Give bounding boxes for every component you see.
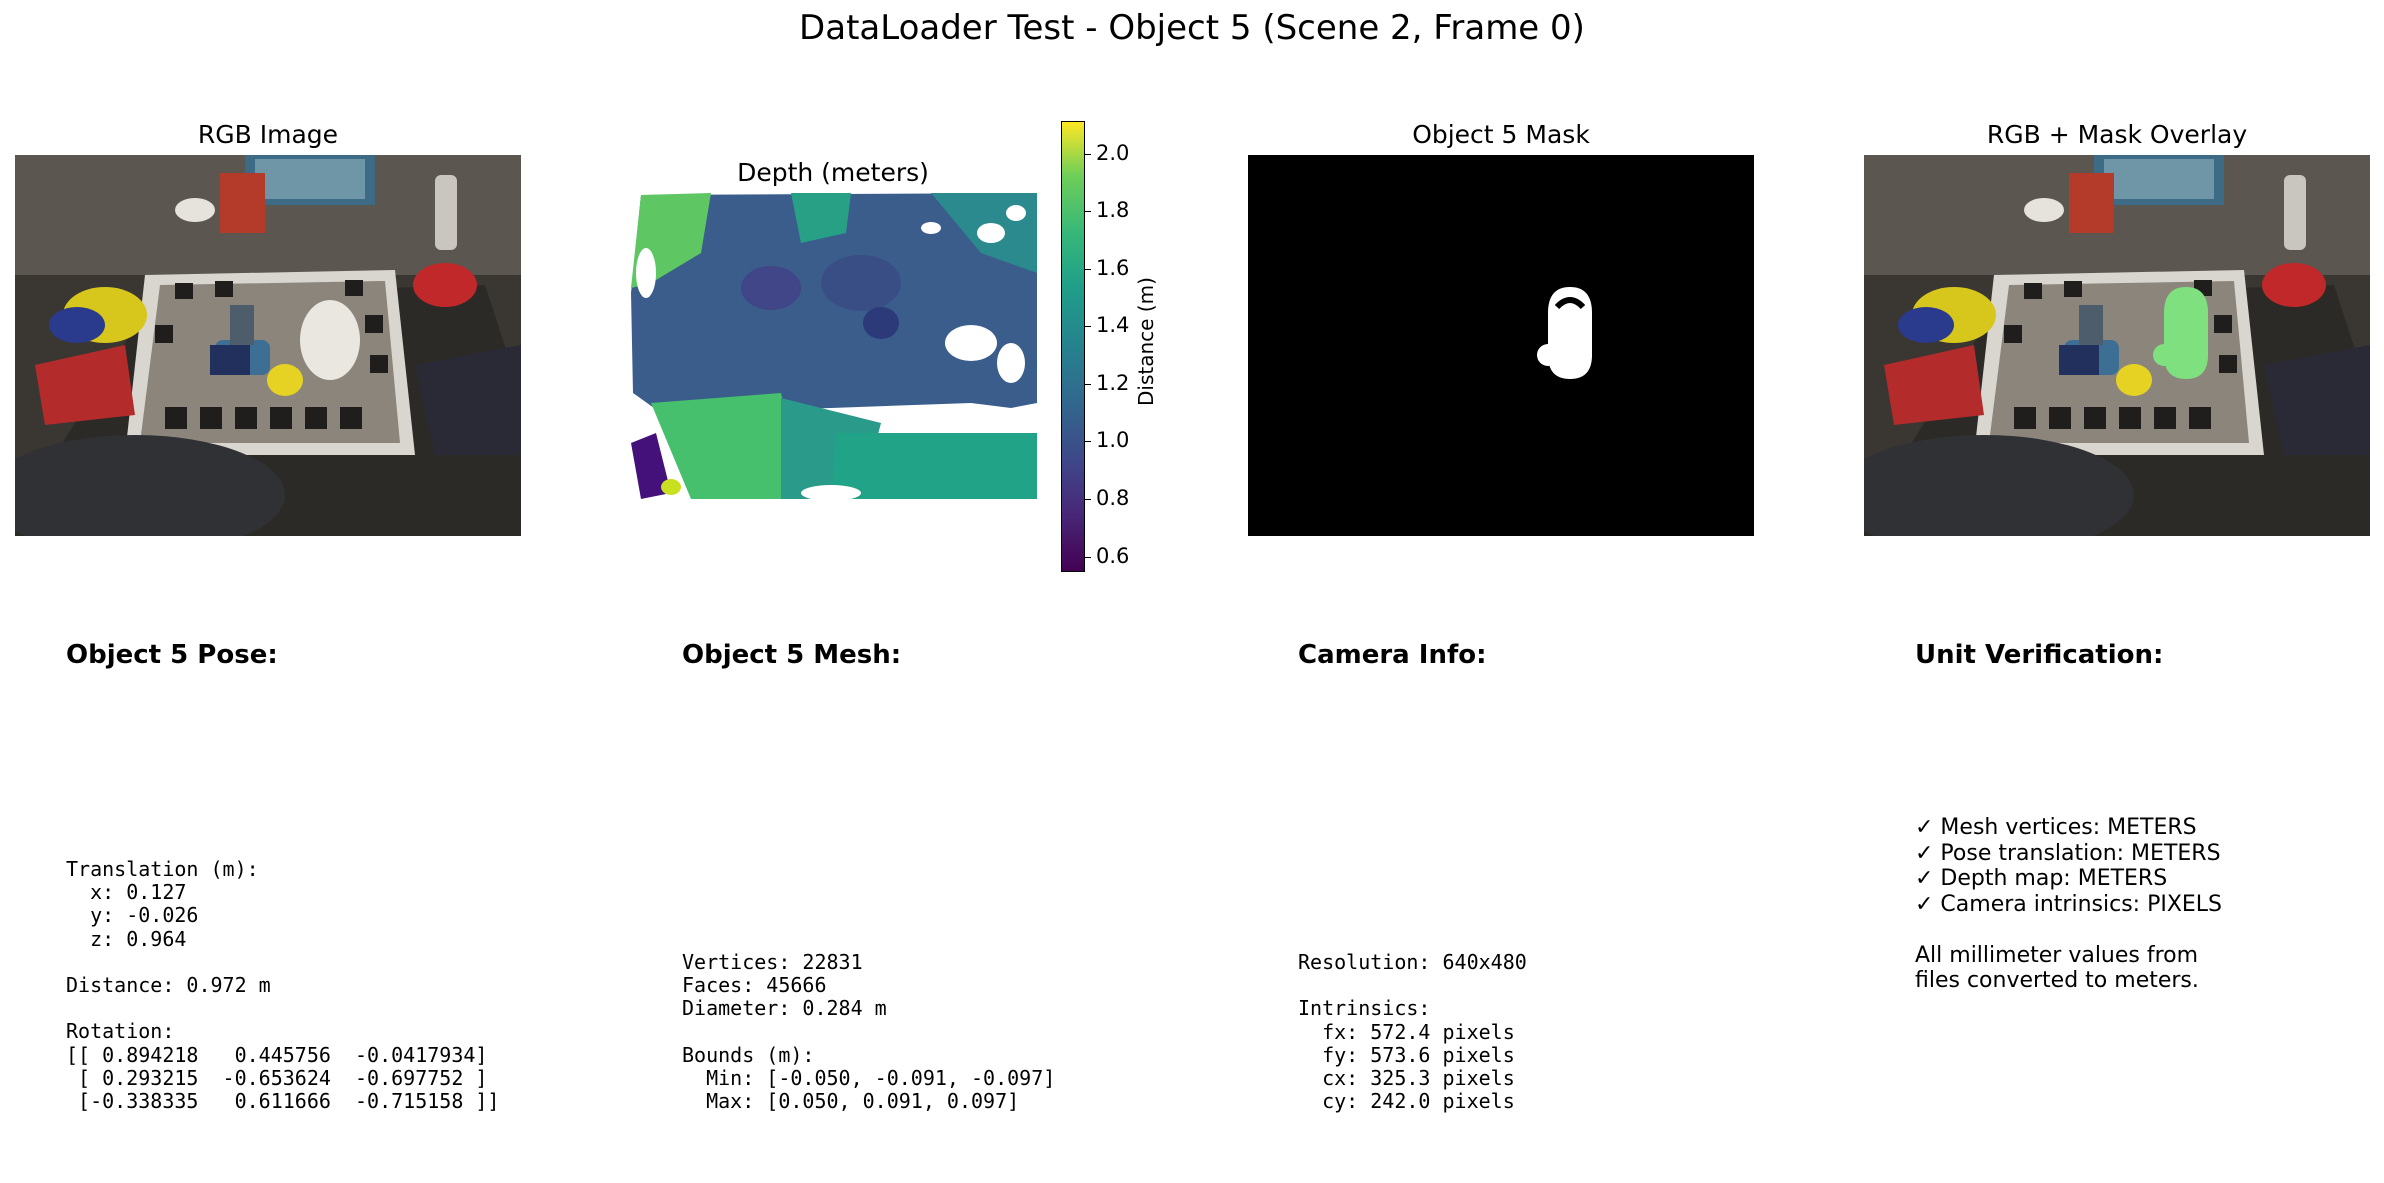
colorbar-tick-mark xyxy=(1084,556,1091,558)
colorbar xyxy=(1061,121,1085,572)
pose-details: Translation (m): x: 0.127 y: -0.026 z: 0… xyxy=(66,857,500,1114)
rgb-panel-title: RGB Image xyxy=(197,120,339,149)
colorbar-tick-label: 1.4 xyxy=(1096,313,1130,338)
rgb-image xyxy=(15,155,521,536)
colorbar-tick-label: 0.8 xyxy=(1096,486,1130,511)
overlay-panel-title: RGB + Mask Overlay xyxy=(1986,120,2248,149)
colorbar-tick-label: 1.8 xyxy=(1096,198,1130,223)
colorbar-tick-label: 1.2 xyxy=(1096,370,1130,395)
colorbar-tick-label: 1.6 xyxy=(1096,255,1130,280)
camera-heading: Camera Info: xyxy=(1298,640,1487,670)
camera-details: Resolution: 640x480 Intrinsics: fx: 572.… xyxy=(1298,950,1527,1114)
mesh-details: Vertices: 22831 Faces: 45666 Diameter: 0… xyxy=(682,950,1056,1114)
colorbar-tick-mark xyxy=(1084,499,1091,501)
mask-background xyxy=(1248,155,1754,536)
colorbar-tick-mark xyxy=(1084,211,1091,213)
colorbar-tick-mark xyxy=(1084,268,1091,270)
units-heading: Unit Verification: xyxy=(1915,640,2164,670)
depth-panel-title: Depth (meters) xyxy=(737,158,929,187)
pose-heading: Object 5 Pose: xyxy=(66,640,278,670)
colorbar-tick-label: 2.0 xyxy=(1096,140,1130,165)
colorbar-tick-label: 0.6 xyxy=(1096,543,1130,568)
object-mask xyxy=(1248,155,1754,536)
rgb-mask-overlay xyxy=(1864,155,2370,536)
colorbar-tick-mark xyxy=(1084,153,1091,155)
colorbar-label: Distance (m) xyxy=(1134,277,1158,406)
units-details: ✓ Mesh vertices: METERS ✓ Pose translati… xyxy=(1915,815,2223,993)
colorbar-tick-mark xyxy=(1084,441,1091,443)
colorbar-tick-mark xyxy=(1084,383,1091,385)
mask-panel-title: Object 5 Mask xyxy=(1412,120,1590,149)
colorbar-tick-mark xyxy=(1084,326,1091,328)
figure-title: DataLoader Test - Object 5 (Scene 2, Fra… xyxy=(799,8,1585,48)
mesh-heading: Object 5 Mesh: xyxy=(682,640,902,670)
depth-map xyxy=(631,193,1037,499)
colorbar-tick-label: 1.0 xyxy=(1096,428,1130,453)
